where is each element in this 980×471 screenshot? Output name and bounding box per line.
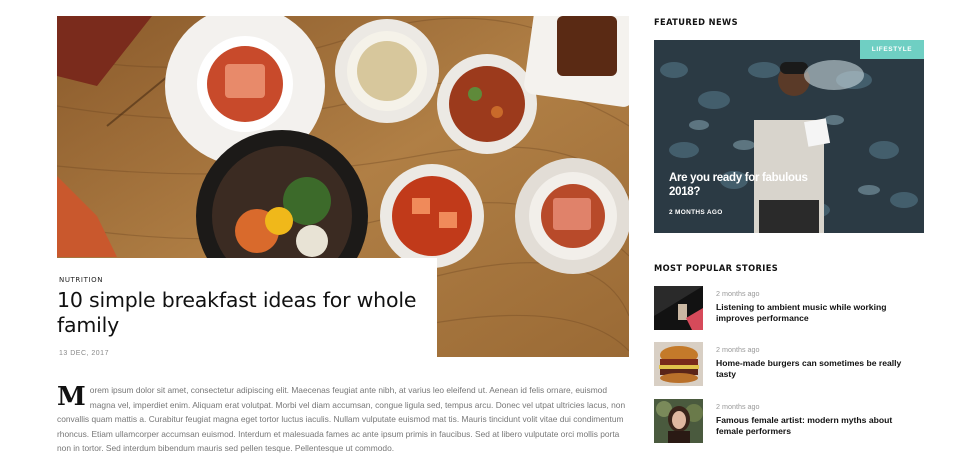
- popular-story[interactable]: 2 months ago Home-made burgers can somet…: [654, 342, 924, 386]
- story-headline[interactable]: Home-made burgers can sometimes be reall…: [716, 358, 921, 380]
- featured-news-heading: FEATURED NEWS: [654, 17, 738, 28]
- story-thumbnail[interactable]: [654, 342, 703, 386]
- post-category[interactable]: NUTRITION: [59, 276, 103, 284]
- story-age: 2 months ago: [716, 289, 760, 298]
- drop-cap: M: [57, 382, 86, 412]
- post-title-card: NUTRITION 10 simple breakfast ideas for …: [57, 258, 437, 364]
- popular-story[interactable]: 2 months ago Listening to ambient music …: [654, 286, 924, 330]
- category-badge[interactable]: LIFESTYLE: [860, 40, 924, 59]
- featured-news-photo: [654, 40, 924, 233]
- post-title[interactable]: 10 simple breakfast ideas for whole fami…: [57, 288, 427, 338]
- featured-news-card[interactable]: LIFESTYLE Are you ready for fabulous 201…: [654, 40, 924, 233]
- story-headline[interactable]: Famous female artist: modern myths about…: [716, 415, 921, 437]
- featured-news-age: 2 MONTHS AGO: [669, 209, 723, 216]
- story-age: 2 months ago: [716, 345, 760, 354]
- post-body-text: orem ipsum dolor sit amet, consectetur a…: [57, 385, 626, 454]
- post-date: 13 DEC, 2017: [59, 350, 109, 357]
- story-thumbnail[interactable]: [654, 286, 703, 330]
- featured-news-headline[interactable]: Are you ready for fabulous 2018?: [669, 171, 809, 199]
- post-body: M orem ipsum dolor sit amet, consectetur…: [57, 383, 629, 456]
- story-headline[interactable]: Listening to ambient music while working…: [716, 302, 921, 324]
- popular-stories-heading: MOST POPULAR STORIES: [654, 263, 779, 274]
- story-thumbnail[interactable]: [654, 399, 703, 443]
- story-age: 2 months ago: [716, 402, 760, 411]
- popular-story[interactable]: 2 months ago Famous female artist: moder…: [654, 399, 924, 443]
